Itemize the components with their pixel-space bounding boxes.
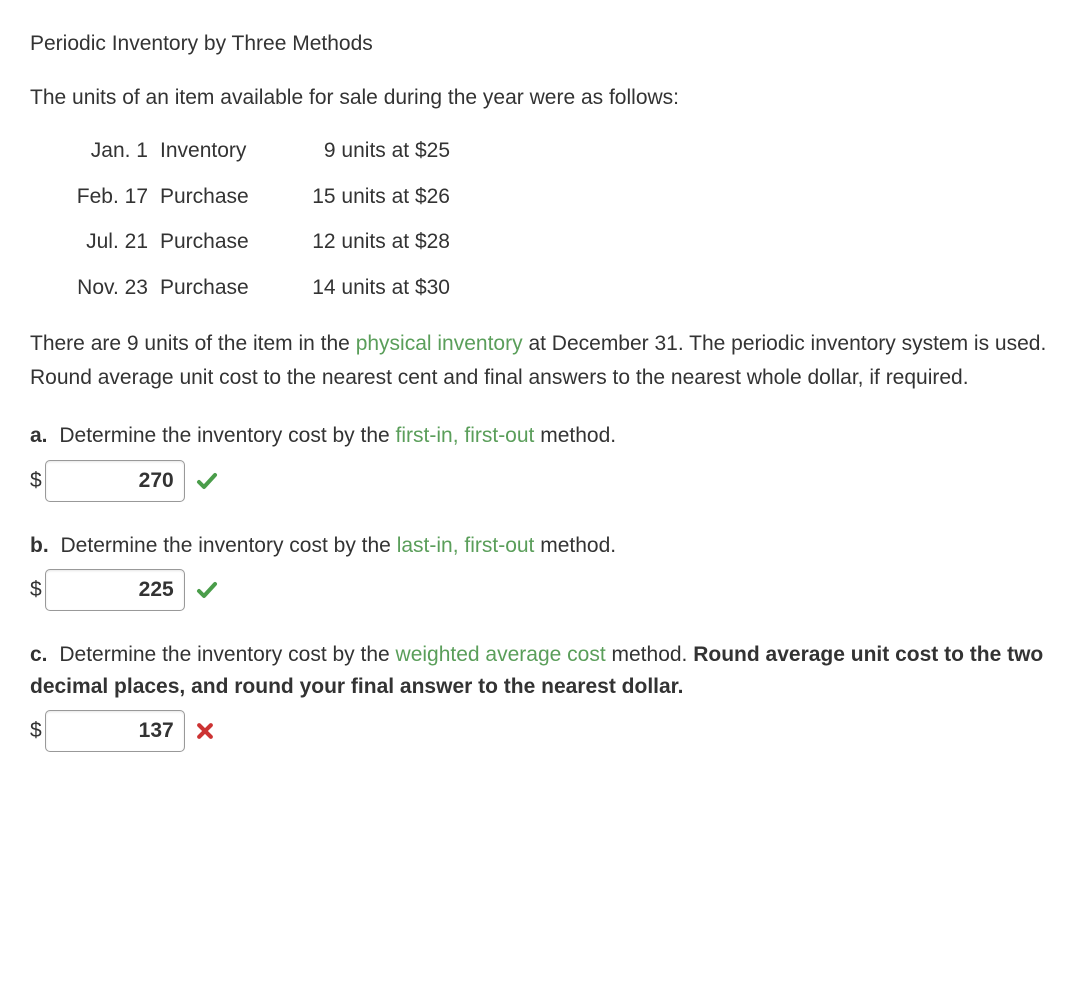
answer-input-b[interactable] (45, 569, 185, 611)
answer-row: $ (30, 460, 1060, 502)
page-title: Periodic Inventory by Three Methods (30, 28, 1060, 60)
context-paragraph: There are 9 units of the item in the phy… (30, 327, 1060, 394)
table-row: Nov. 23 Purchase 14 units at $30 (50, 272, 1060, 304)
type-cell: Purchase (160, 181, 290, 213)
date-cell: Jan. 1 (50, 135, 160, 167)
question-c: c. Determine the inventory cost by the w… (30, 639, 1060, 752)
term-physical-inventory: physical inventory (356, 332, 523, 355)
answer-input-c[interactable] (45, 710, 185, 752)
question-pre: Determine the inventory cost by the (59, 643, 395, 666)
check-icon (195, 578, 219, 602)
question-text: b. Determine the inventory cost by the l… (30, 530, 1060, 562)
question-pre: Determine the inventory cost by the (61, 534, 397, 557)
units-cell: 14 units at $30 (290, 272, 490, 304)
question-b: b. Determine the inventory cost by the l… (30, 530, 1060, 612)
dollar-sign: $ (30, 465, 42, 497)
question-post: method. (606, 643, 694, 666)
question-label: a. (30, 424, 48, 447)
question-pre: Determine the inventory cost by the (59, 424, 395, 447)
table-row: Jan. 1 Inventory 9 units at $25 (50, 135, 1060, 167)
question-label: b. (30, 534, 49, 557)
term-fifo: first-in, first-out (396, 424, 535, 447)
intro-text: The units of an item available for sale … (30, 82, 1060, 114)
table-row: Jul. 21 Purchase 12 units at $28 (50, 226, 1060, 258)
units-cell: 15 units at $26 (290, 181, 490, 213)
date-cell: Jul. 21 (50, 226, 160, 258)
x-icon (195, 721, 215, 741)
question-post: method. (534, 534, 616, 557)
term-weighted-average: weighted average cost (396, 643, 606, 666)
table-row: Feb. 17 Purchase 15 units at $26 (50, 181, 1060, 213)
answer-row: $ (30, 710, 1060, 752)
type-cell: Inventory (160, 135, 290, 167)
paragraph-pre: There are 9 units of the item in the (30, 332, 356, 355)
check-icon (195, 469, 219, 493)
question-text: c. Determine the inventory cost by the w… (30, 639, 1060, 702)
date-cell: Nov. 23 (50, 272, 160, 304)
date-cell: Feb. 17 (50, 181, 160, 213)
units-cell: 9 units at $25 (290, 135, 490, 167)
question-post: method. (534, 424, 616, 447)
question-label: c. (30, 643, 48, 666)
arc-decoration (0, 590, 20, 670)
answer-row: $ (30, 569, 1060, 611)
question-a: a. Determine the inventory cost by the f… (30, 420, 1060, 502)
dollar-sign: $ (30, 574, 42, 606)
question-text: a. Determine the inventory cost by the f… (30, 420, 1060, 452)
dollar-sign: $ (30, 715, 42, 747)
units-cell: 12 units at $28 (290, 226, 490, 258)
term-lifo: last-in, first-out (397, 534, 535, 557)
type-cell: Purchase (160, 226, 290, 258)
answer-input-a[interactable] (45, 460, 185, 502)
units-table: Jan. 1 Inventory 9 units at $25 Feb. 17 … (50, 135, 1060, 303)
type-cell: Purchase (160, 272, 290, 304)
